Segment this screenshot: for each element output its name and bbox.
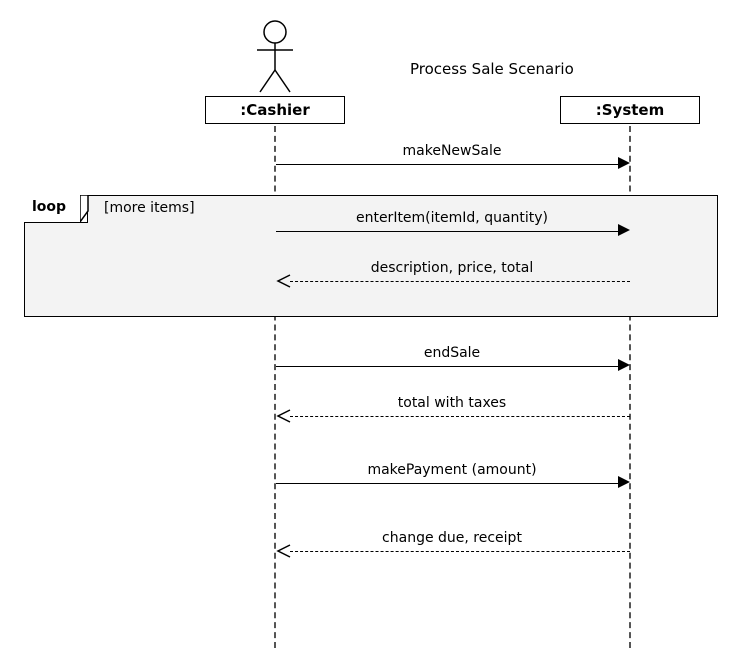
arrow-right-icon: [618, 476, 630, 488]
participant-system: :System: [560, 96, 700, 124]
message-enteritem: enterItem(itemId, quantity): [276, 210, 628, 226]
message-line: [276, 366, 619, 367]
arrow-right-icon: [618, 157, 630, 169]
loop-guard: [more items]: [104, 200, 195, 216]
message-changedue: change due, receipt: [276, 530, 628, 546]
message-line: [290, 416, 630, 417]
loop-label: loop: [32, 199, 66, 215]
actor-icon: [255, 20, 295, 98]
message-makepayment: makePayment (amount): [276, 462, 628, 478]
message-line: [290, 281, 630, 282]
arrow-left-icon: [276, 409, 292, 423]
message-makenewsale: makeNewSale: [276, 143, 628, 159]
diagram-title: Process Sale Scenario: [410, 60, 574, 78]
arrow-right-icon: [618, 359, 630, 371]
message-endsale: endSale: [276, 345, 628, 361]
message-description: description, price, total: [276, 260, 628, 276]
participant-cashier: :Cashier: [205, 96, 345, 124]
arrow-left-icon: [276, 274, 292, 288]
loop-label-tab: loop: [24, 195, 88, 223]
message-totaltaxes: total with taxes: [276, 395, 628, 411]
sequence-diagram: Process Sale Scenario :Cashier :System l…: [0, 0, 750, 660]
message-line: [276, 231, 619, 232]
message-line: [276, 483, 619, 484]
arrow-right-icon: [618, 224, 630, 236]
loop-tab-corner-icon: [80, 195, 94, 223]
message-line: [290, 551, 630, 552]
message-line: [276, 164, 619, 165]
arrow-left-icon: [276, 544, 292, 558]
